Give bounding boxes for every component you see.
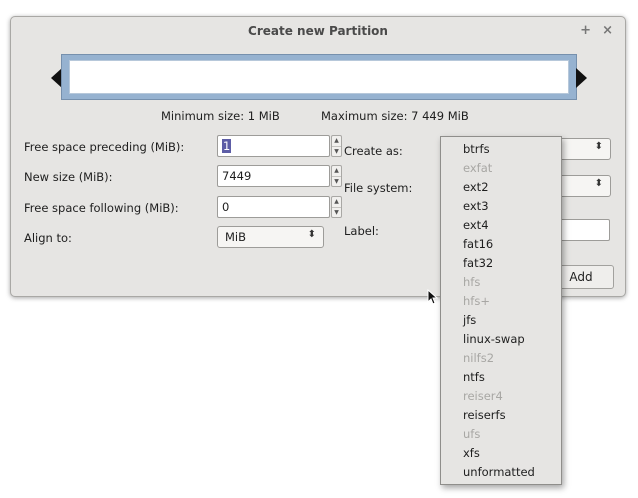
spin-up-icon[interactable]: ▲ bbox=[332, 136, 341, 146]
new-size-spinbox[interactable]: 7449 ▲ ▼ bbox=[217, 165, 342, 187]
dropdown-item-fat32[interactable]: fat32 bbox=[441, 254, 561, 273]
minimum-size-label: Minimum size: 1 MiB bbox=[161, 109, 280, 123]
pin-icon[interactable]: + bbox=[580, 17, 591, 45]
free-space-preceding-label: Free space preceding (MiB): bbox=[24, 140, 185, 154]
dropdown-item-ext2[interactable]: ext2 bbox=[441, 178, 561, 197]
dropdown-item-ufs: ufs bbox=[463, 427, 481, 441]
dropdown-item-unformatted[interactable]: unformatted bbox=[441, 463, 561, 482]
window-title: Create new Partition bbox=[248, 24, 388, 38]
window-titlebar[interactable]: Create new Partition + × bbox=[11, 17, 625, 45]
spin-up-icon[interactable]: ▲ bbox=[332, 197, 341, 207]
dropdown-item-reiser4: reiser4 bbox=[463, 389, 503, 403]
close-icon[interactable]: × bbox=[602, 17, 613, 45]
maximum-size-label: Maximum size: 7 449 MiB bbox=[321, 109, 469, 123]
dropdown-item-xfs[interactable]: xfs bbox=[441, 444, 561, 463]
align-to-value: MiB bbox=[225, 230, 247, 244]
combo-arrow-icon: ⬍ bbox=[594, 178, 603, 189]
free-space-following-spinbox[interactable]: 0 ▲ ▼ bbox=[217, 196, 342, 218]
dropdown-item-exfat: exfat bbox=[463, 161, 493, 175]
free-space-following-label: Free space following (MiB): bbox=[24, 201, 179, 215]
dropdown-item-jfs[interactable]: jfs bbox=[441, 311, 561, 330]
spin-down-icon[interactable]: ▼ bbox=[332, 207, 341, 218]
dropdown-item-ext4[interactable]: ext4 bbox=[441, 216, 561, 235]
create-as-label: Create as: bbox=[344, 144, 403, 158]
partition-visual bbox=[69, 60, 569, 94]
combo-arrow-icon: ⬍ bbox=[307, 229, 316, 240]
combo-arrow-icon: ⬍ bbox=[594, 141, 603, 152]
dropdown-item-btrfs[interactable]: btrfs bbox=[441, 140, 561, 159]
align-to-combo[interactable]: MiB ⬍ bbox=[217, 226, 324, 248]
file-system-dropdown-menu: btrfs exfat ext2 ext3 ext4 fat16 fat32 h… bbox=[440, 136, 562, 485]
spin-buttons[interactable]: ▲ ▼ bbox=[331, 135, 342, 157]
spin-down-icon[interactable]: ▼ bbox=[332, 176, 341, 187]
dropdown-item-reiserfs[interactable]: reiserfs bbox=[441, 406, 561, 425]
free-space-following-value: 0 bbox=[222, 200, 230, 214]
free-space-preceding-spinbox[interactable]: 1 ▲ ▼ bbox=[217, 135, 342, 157]
spin-up-icon[interactable]: ▲ bbox=[332, 166, 341, 176]
new-size-label: New size (MiB): bbox=[24, 170, 113, 184]
dropdown-item-ntfs[interactable]: ntfs bbox=[441, 368, 561, 387]
mouse-pointer-icon bbox=[427, 289, 439, 305]
spin-down-icon[interactable]: ▼ bbox=[332, 146, 341, 157]
dropdown-item-fat16[interactable]: fat16 bbox=[441, 235, 561, 254]
dropdown-item-linux-swap[interactable]: linux-swap bbox=[441, 330, 561, 349]
new-size-value: 7449 bbox=[222, 169, 252, 183]
right-arrow-icon[interactable] bbox=[576, 68, 587, 88]
file-system-label: File system: bbox=[344, 181, 413, 195]
dropdown-item-hfs: hfs bbox=[463, 275, 481, 289]
dropdown-item-ext3[interactable]: ext3 bbox=[441, 197, 561, 216]
align-to-label: Align to: bbox=[24, 231, 72, 245]
free-space-preceding-value: 1 bbox=[222, 139, 232, 153]
dropdown-item-nilfs2: nilfs2 bbox=[463, 351, 495, 365]
spin-buttons[interactable]: ▲ ▼ bbox=[331, 165, 342, 187]
partition-size-bar[interactable] bbox=[61, 54, 577, 100]
dropdown-item-hfs-plus: hfs+ bbox=[463, 294, 490, 308]
label-field-label: Label: bbox=[344, 224, 379, 238]
spin-buttons[interactable]: ▲ ▼ bbox=[331, 196, 342, 218]
